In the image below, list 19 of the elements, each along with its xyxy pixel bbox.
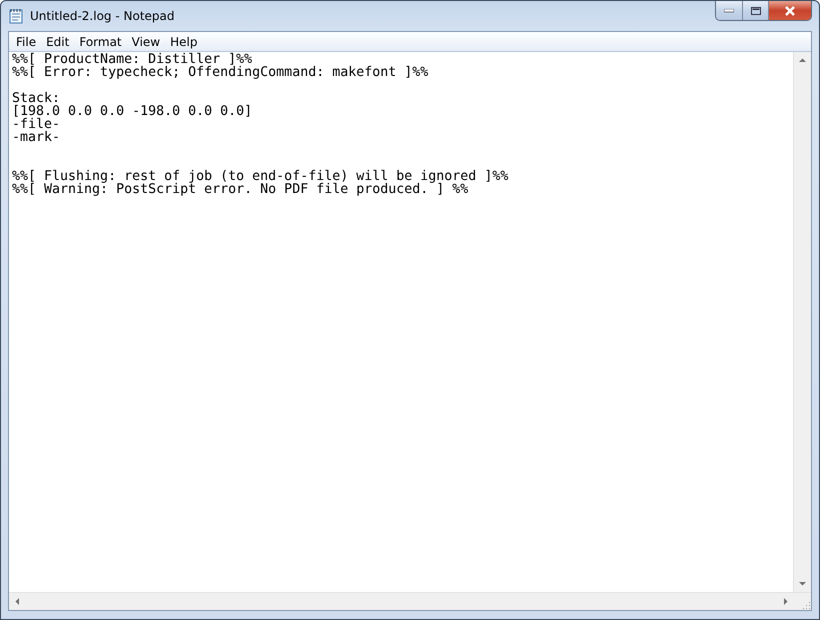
menu-item[interactable]: Edit [41,34,74,48]
close-icon [784,6,796,16]
notepad-icon [8,8,24,24]
maximize-button[interactable] [742,1,768,20]
menu-item[interactable]: Format [74,34,127,48]
minimize-button[interactable] [716,1,742,20]
scroll-left-icon[interactable] [13,597,22,606]
scroll-right-icon[interactable] [781,597,790,606]
maximize-icon [750,6,760,14]
document-text[interactable]: %%[ ProductName: Distiller ]%% %%[ Error: typecheck; OffendingCommand: makefont ]%% Stack: [198.0 0.0 0.0 -198.0 0.0 0.0] -file- -mark- %%[ Flushing: rest of job (to end-of-file) will be ignored ]%% %%[ Warning: PostScript error. No PDF file produced. ] %% [9,52,793,592]
close-button[interactable] [768,1,811,20]
resize-grip-icon[interactable] [801,600,811,610]
menu-item[interactable]: File [11,34,42,48]
scroll-down-icon[interactable] [798,579,807,588]
menu-item[interactable]: View [126,34,166,48]
menu-item[interactable]: Help [165,34,202,48]
window-title: Untitled-2.log - Notepad [30,9,174,23]
scroll-up-icon[interactable] [798,56,807,65]
minimize-icon [724,8,734,12]
